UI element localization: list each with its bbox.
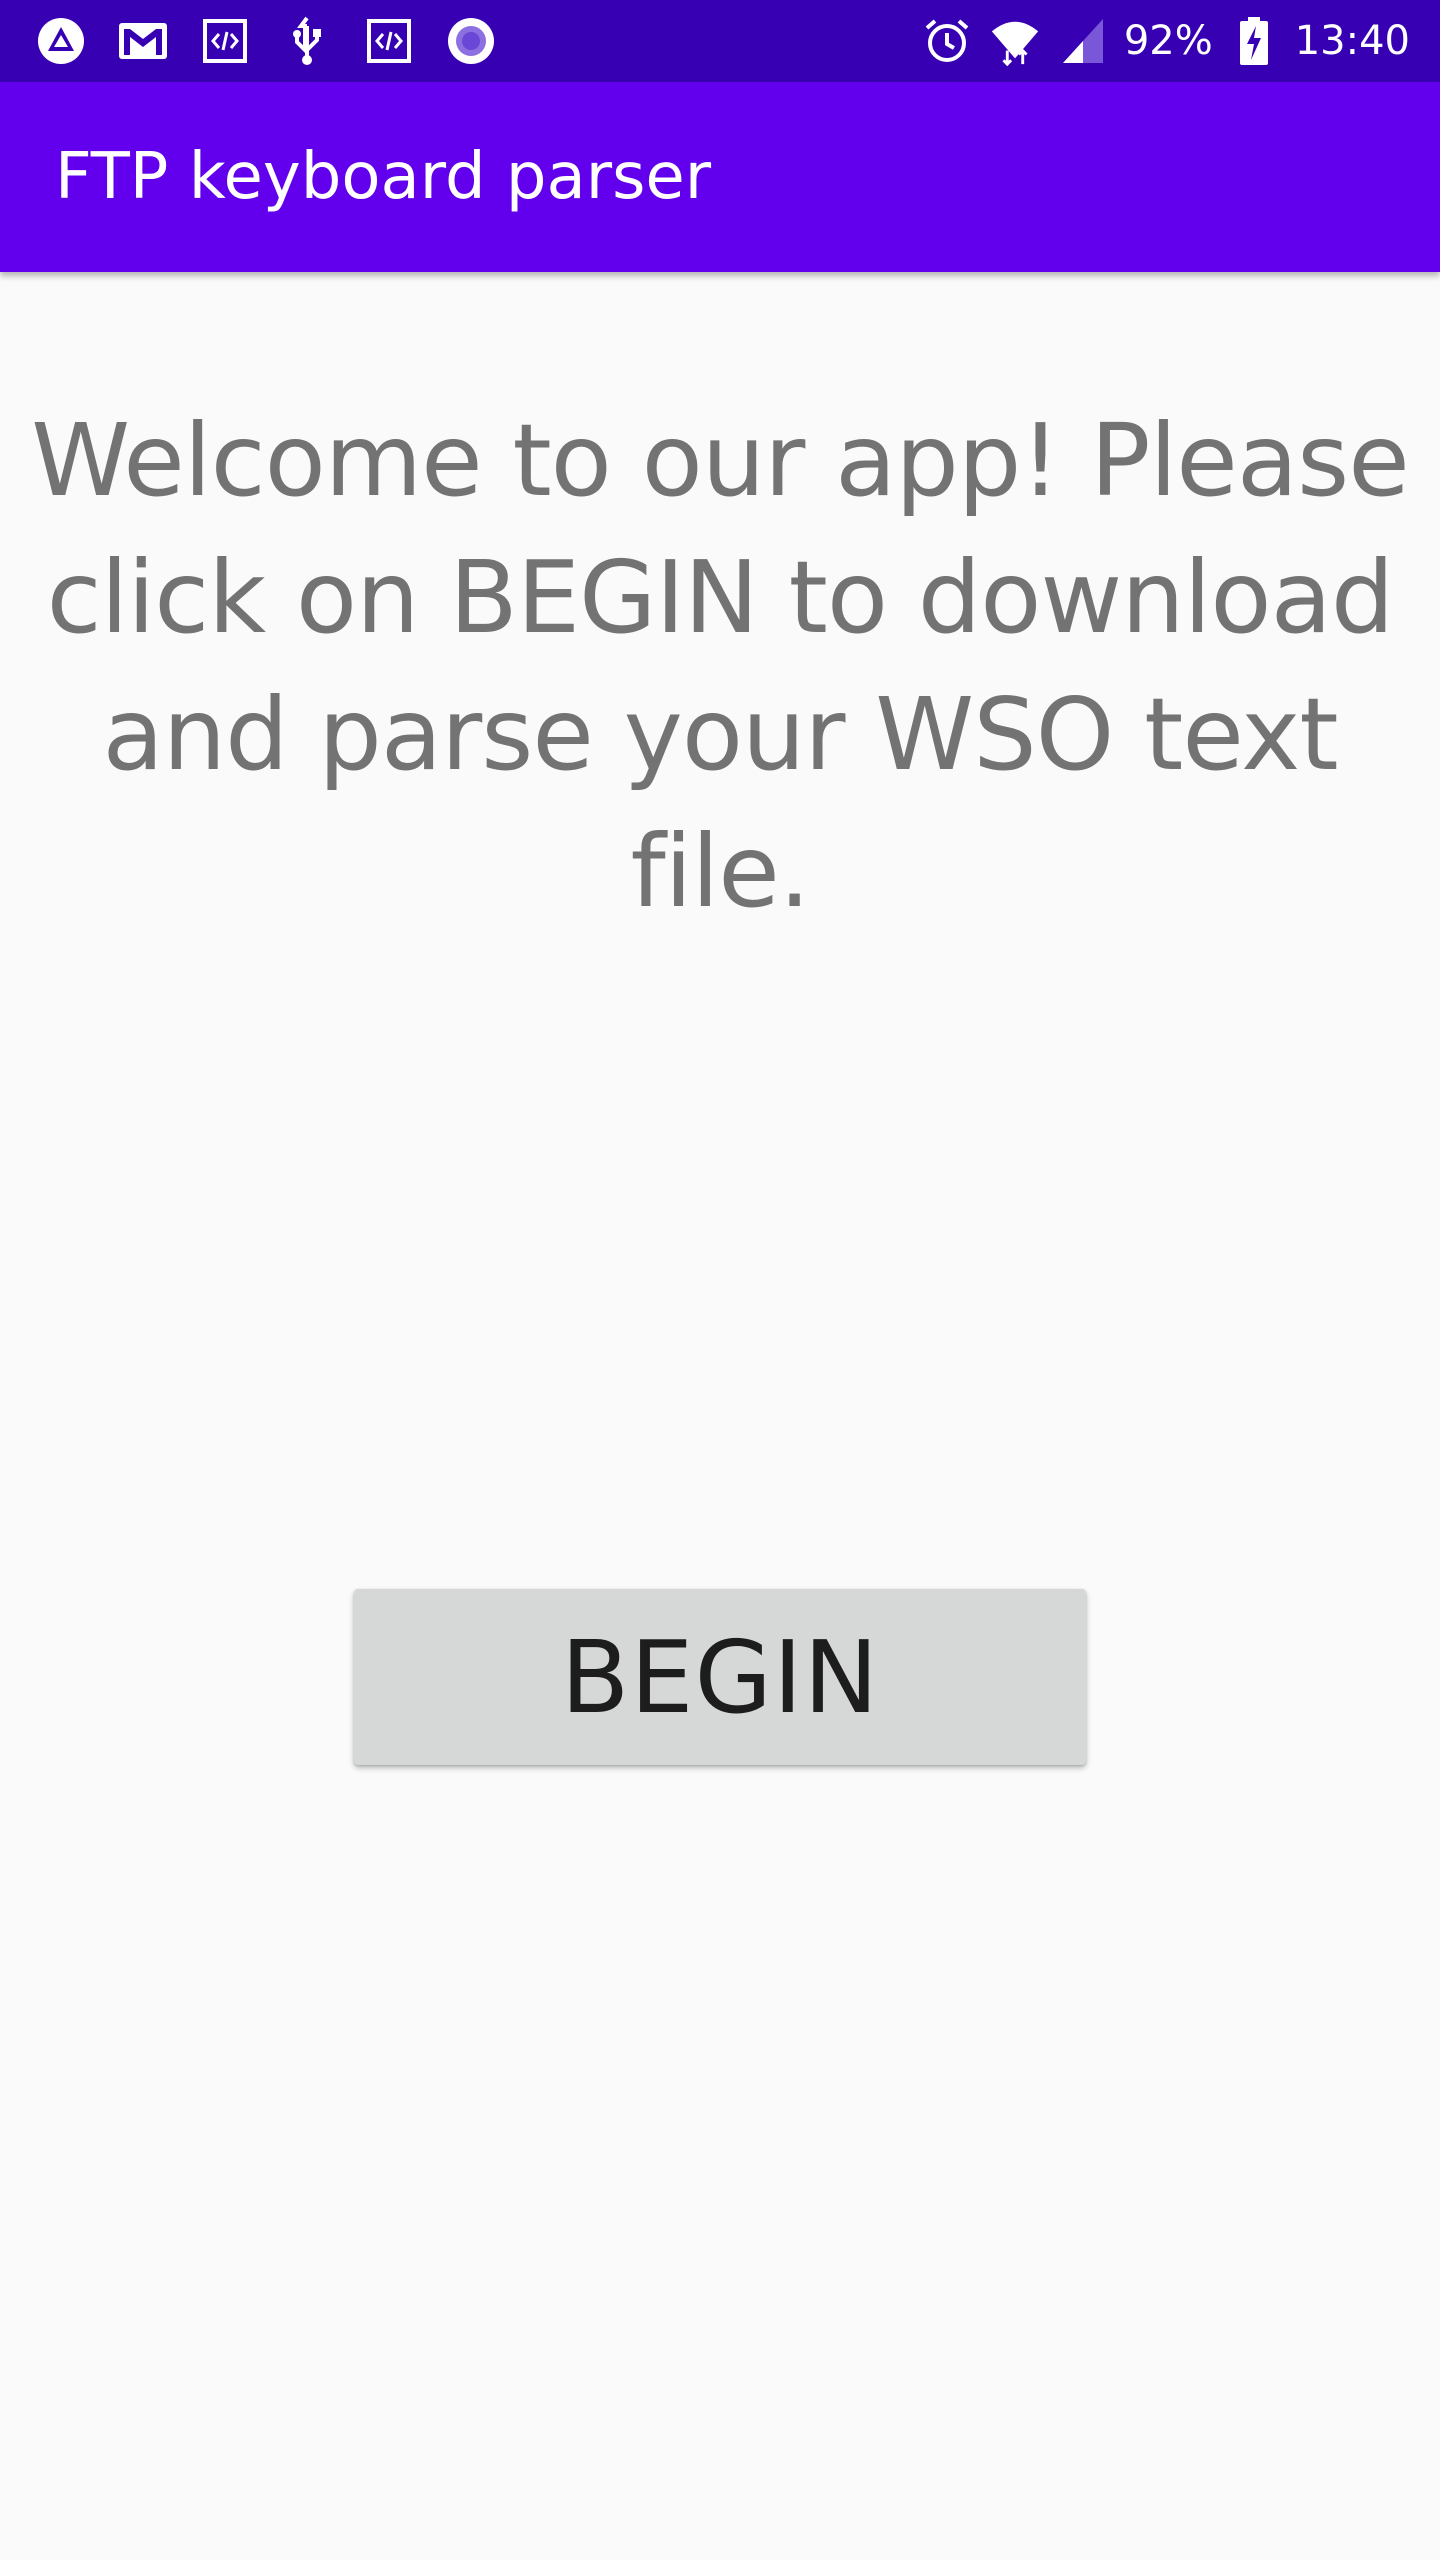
- code-icon: [198, 14, 252, 68]
- app-title: FTP keyboard parser: [55, 140, 712, 214]
- usb-icon: [280, 14, 334, 68]
- battery-percent: 92%: [1123, 18, 1213, 64]
- wifi-icon: [988, 14, 1042, 68]
- code-icon: [362, 14, 416, 68]
- system-status: 92% 13:40: [906, 12, 1410, 70]
- status-bar: 92% 13:40: [0, 0, 1440, 82]
- gmail-icon: [116, 14, 170, 68]
- alarm-icon: [920, 14, 974, 68]
- notification-icons: [34, 14, 526, 68]
- welcome-message: Welcome to our app! Please click on BEGI…: [31, 402, 1409, 930]
- app-bar: FTP keyboard parser: [0, 82, 1440, 272]
- circle-record-icon: [444, 14, 498, 68]
- begin-button-label: BEGIN: [560, 1618, 880, 1736]
- battery-charging-icon: [1227, 14, 1281, 68]
- signal-icon: [1056, 14, 1110, 68]
- warning-triangle-icon: [34, 14, 88, 68]
- begin-button[interactable]: BEGIN: [354, 1589, 1086, 1765]
- clock: 13:40: [1294, 18, 1410, 64]
